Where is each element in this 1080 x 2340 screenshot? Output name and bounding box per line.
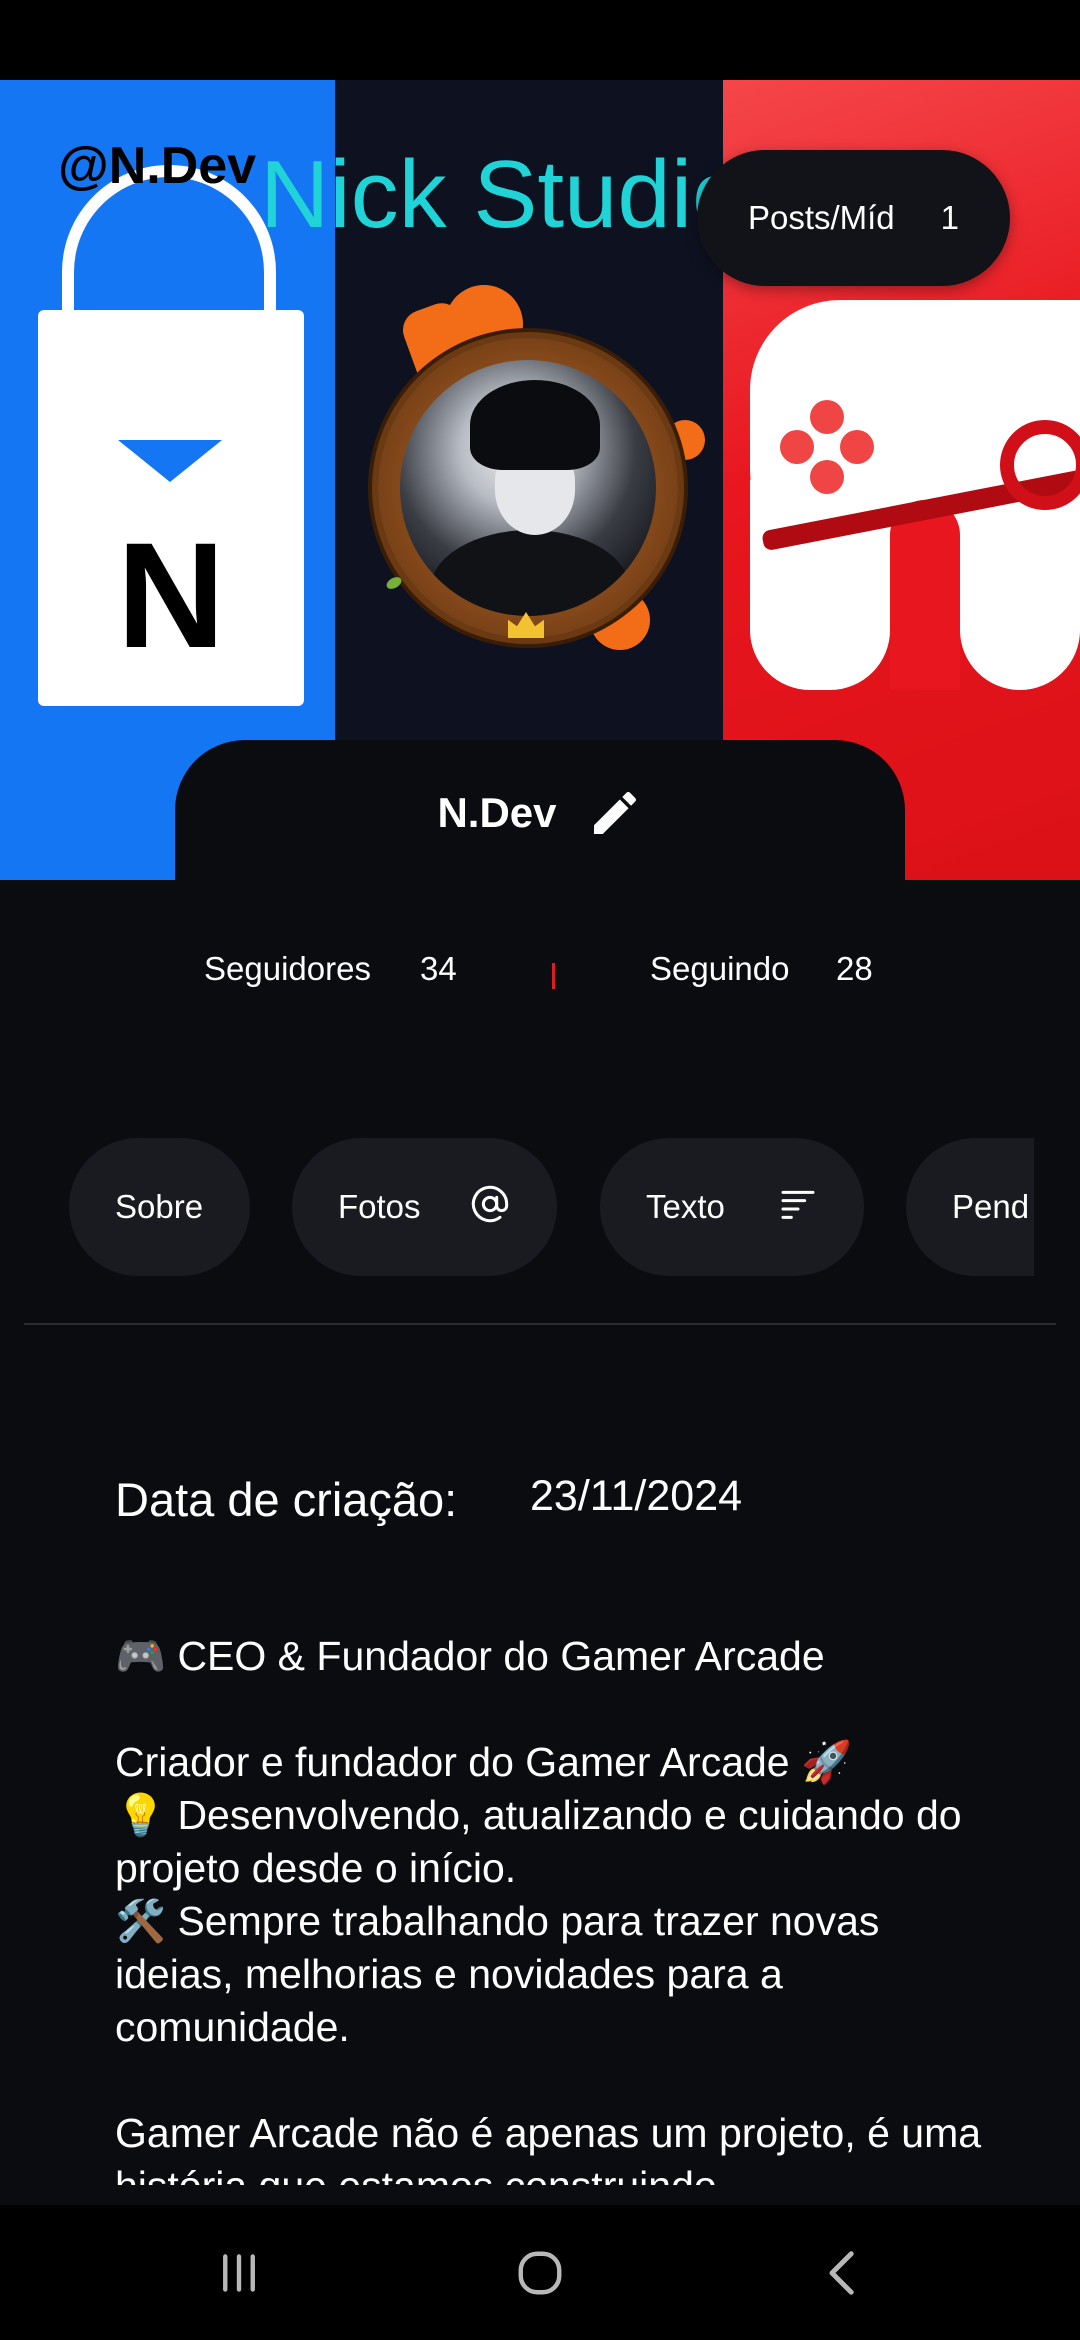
posts-media-count: 1 [940,199,960,236]
status-bar [0,0,1080,80]
bio-section: 🎮 CEO & Fundador do Gamer Arcade Criador… [115,1630,995,2185]
gamepad-button [810,400,844,434]
gamepad-logo-notch [890,500,960,690]
tab-sobre[interactable]: Sobre [69,1138,250,1276]
tab-label: Fotos [338,1188,421,1225]
at-sign-icon [471,1185,509,1223]
creation-date-value: 23/11/2024 [530,1472,743,1520]
bag-logo-letter: N [116,511,226,679]
system-nav-bar [0,2205,1080,2340]
gamepad-button [810,460,844,494]
profile-tabs[interactable]: Sobre Fotos Texto Pend [24,1138,1034,1276]
ring-graphic [1000,420,1080,510]
text-lines-icon [781,1190,815,1219]
tab-texto[interactable]: Texto [600,1138,864,1276]
avatar[interactable] [400,360,656,616]
gamepad-button [840,430,874,464]
banner-handle: @N.Dev [58,137,257,195]
section-divider [24,1323,1056,1325]
tab-fotos[interactable]: Fotos [292,1138,557,1276]
tab-label: Texto [646,1188,725,1225]
back-icon[interactable] [810,2240,876,2306]
posts-media-label: Posts/Míd [747,199,895,236]
edit-pencil-icon[interactable] [587,785,643,841]
stats-divider [552,963,555,989]
creation-date-row: Data de criação: 23/11/2024 [115,1472,1015,1532]
home-icon[interactable] [507,2240,573,2306]
follow-stats: Seguidores 34 Seguindo 28 [0,950,1080,1000]
creation-date-label: Data de criação: [115,1473,458,1526]
tab-label: Sobre [115,1188,204,1225]
profile-name-row: N.Dev [175,785,905,841]
followers-count[interactable]: 34 [420,950,457,988]
gamepad-button [780,430,814,464]
followers-label[interactable]: Seguidores [204,950,371,988]
posts-media-button[interactable]: Posts/Míd 1 [697,150,1010,286]
bio-text: 🎮 CEO & Fundador do Gamer Arcade Criador… [115,1633,982,2185]
following-label[interactable]: Seguindo [650,950,789,988]
banner-studio-title: Nick Studio [260,141,746,248]
bag-triangle-graphic [118,440,222,482]
following-count[interactable]: 28 [836,950,873,988]
tab-label: Pend [952,1188,1030,1225]
recent-apps-icon[interactable] [206,2240,272,2306]
profile-name: N.Dev [437,789,557,836]
gamepad-logo-grip-right [960,480,1080,690]
tab-pendentes[interactable]: Pend [906,1138,1034,1276]
